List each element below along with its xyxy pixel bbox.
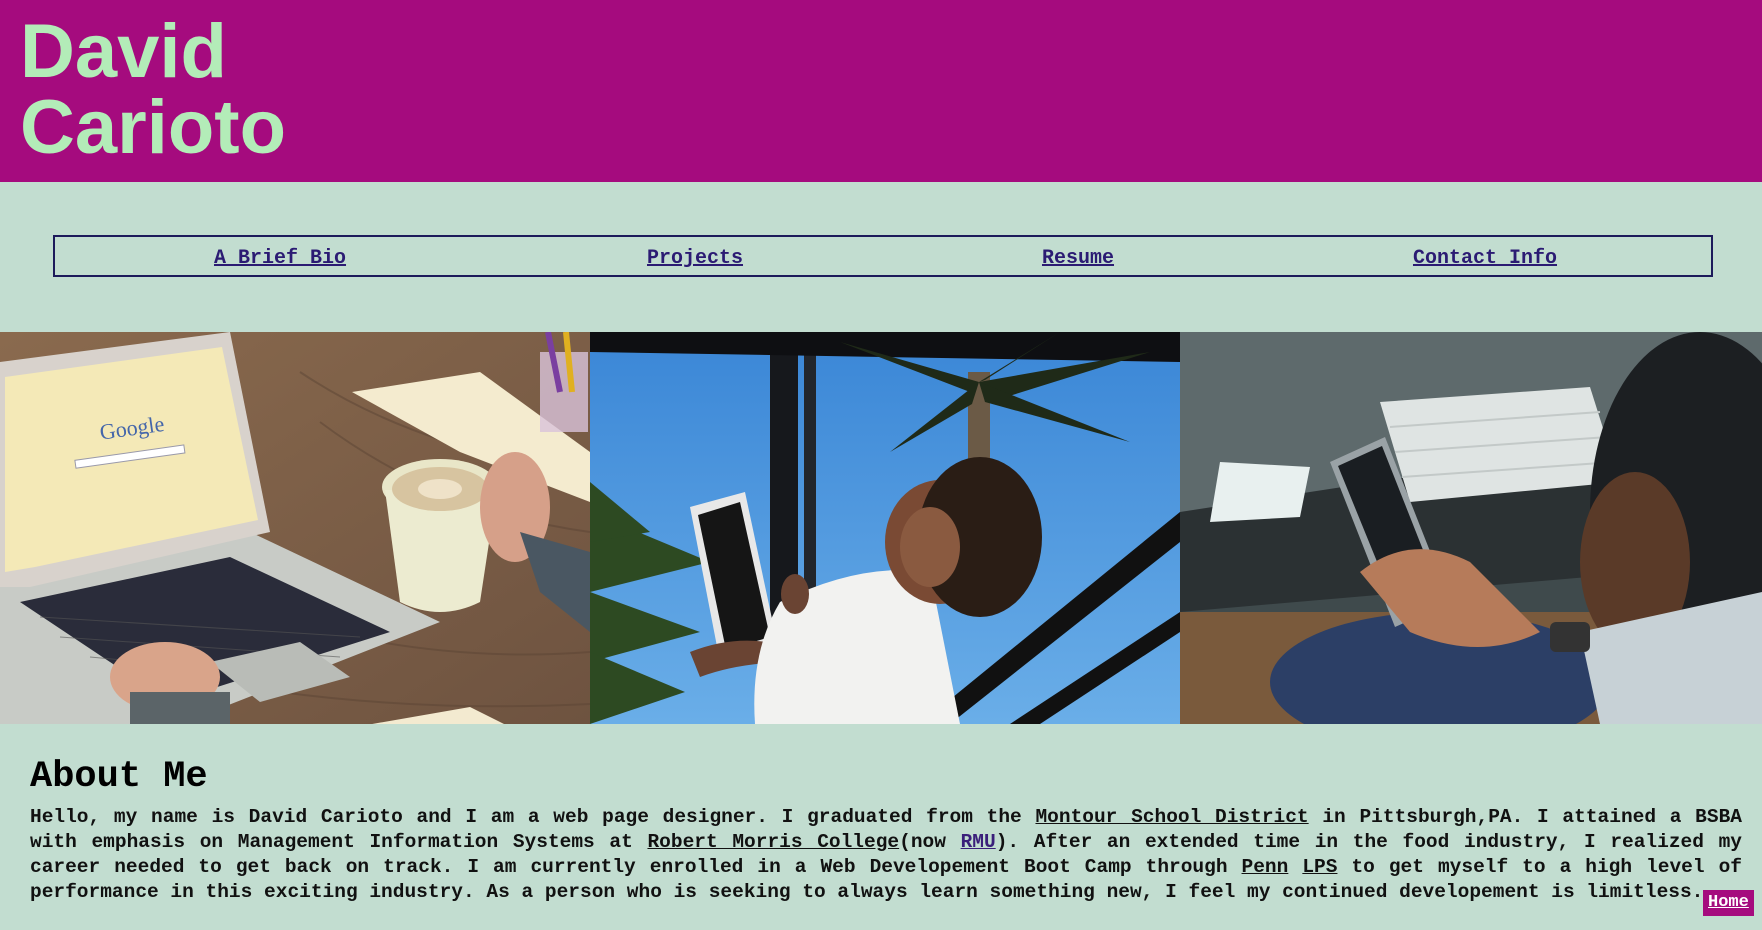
- penn-link[interactable]: Penn: [1242, 856, 1289, 878]
- lps-link[interactable]: LPS: [1302, 856, 1337, 878]
- about-text-part: Hello, my name is David Carioto and I am…: [30, 806, 1036, 828]
- robert-morris-link[interactable]: Robert Morris College: [647, 831, 899, 853]
- person-phone-photo: [1180, 332, 1762, 724]
- main-nav: A Brief Bio Projects Resume Contact Info: [53, 235, 1713, 277]
- nav-link-resume[interactable]: Resume: [1042, 247, 1114, 270]
- woman-tablet-photo: [590, 332, 1180, 724]
- montour-school-link[interactable]: Montour School District: [1035, 806, 1308, 828]
- photo-banner: Google: [0, 332, 1762, 724]
- site-title: David Carioto: [20, 14, 286, 166]
- home-button[interactable]: Home: [1703, 890, 1754, 916]
- about-paragraph: Hello, my name is David Carioto and I am…: [30, 805, 1742, 905]
- about-text-part: [1288, 856, 1302, 878]
- nav-link-projects[interactable]: Projects: [647, 247, 743, 270]
- about-heading: About Me: [30, 756, 208, 798]
- laptop-coffee-photo: Google: [0, 332, 590, 724]
- site-title-first-name: David: [20, 9, 227, 94]
- nav-link-contact[interactable]: Contact Info: [1413, 247, 1557, 270]
- site-title-last-name: Carioto: [20, 85, 286, 170]
- rmu-link[interactable]: RMU: [961, 831, 996, 853]
- nav-link-bio[interactable]: A Brief Bio: [214, 247, 346, 270]
- site-header: David Carioto: [0, 0, 1762, 182]
- about-text-part: (now: [899, 831, 961, 853]
